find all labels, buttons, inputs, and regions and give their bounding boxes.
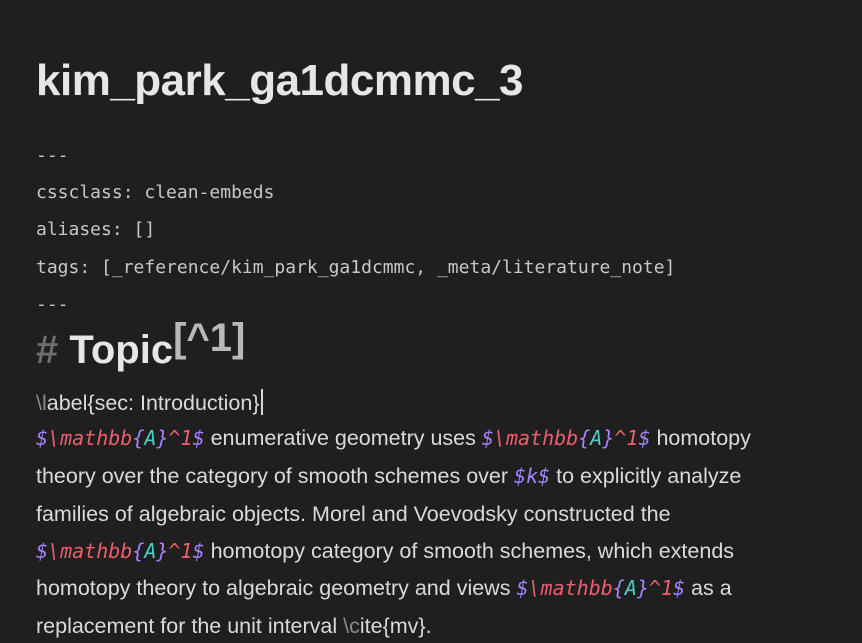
math-token: k bbox=[526, 464, 539, 488]
section-heading[interactable]: # Topic[^1] bbox=[36, 316, 245, 373]
math-token: A bbox=[624, 576, 637, 600]
math-token: \mathbb bbox=[528, 576, 613, 600]
frontmatter-aliases[interactable]: aliases: [] bbox=[36, 219, 155, 240]
math-token: { bbox=[578, 426, 591, 450]
math-token: A bbox=[590, 426, 603, 450]
math-inline-k: $k$ bbox=[514, 464, 550, 488]
math-token: { bbox=[612, 576, 625, 600]
math-token: $ bbox=[538, 464, 551, 488]
math-token: $ bbox=[638, 426, 651, 450]
label-text: abel{sec: Introduction} bbox=[46, 391, 260, 415]
cite-c: c bbox=[349, 614, 360, 638]
math-token: A bbox=[144, 539, 157, 563]
math-token: A bbox=[144, 426, 157, 450]
paragraph-line-6[interactable]: replacement for the unit interval \cite{… bbox=[36, 614, 432, 639]
text-cursor bbox=[260, 389, 263, 415]
note-title[interactable]: kim_park_ga1dcmmc_3 bbox=[36, 56, 524, 106]
frontmatter-open-delimiter[interactable]: --- bbox=[36, 145, 69, 166]
math-token: } bbox=[156, 539, 169, 563]
math-token: $ bbox=[36, 539, 49, 563]
math-token: ^1 bbox=[648, 576, 674, 600]
math-inline: $\mathbb{A}^1$ bbox=[482, 426, 651, 450]
math-token: ^1 bbox=[168, 539, 193, 563]
math-token: \mathbb bbox=[48, 426, 133, 450]
math-token: { bbox=[132, 426, 145, 450]
heading-text: Topic bbox=[69, 328, 174, 372]
math-token: } bbox=[602, 426, 615, 450]
math-token: ^1 bbox=[614, 426, 639, 450]
frontmatter-tags[interactable]: tags: [_reference/kim_park_ga1dcmmc, _me… bbox=[36, 257, 675, 278]
math-token: { bbox=[132, 539, 145, 563]
math-token: ^1 bbox=[168, 426, 193, 450]
paragraph-line-1[interactable]: $\mathbb{A}^1$ enumerative geometry uses… bbox=[36, 426, 751, 451]
math-token: $ bbox=[673, 576, 686, 600]
math-token: $ bbox=[192, 539, 205, 563]
heading-hash-marker: # bbox=[36, 328, 59, 372]
math-token: $ bbox=[516, 576, 529, 600]
frontmatter-cssclass[interactable]: cssclass: clean-embeds bbox=[36, 182, 274, 203]
paragraph-line-5[interactable]: homotopy theory to algebraic geometry an… bbox=[36, 576, 732, 601]
math-inline: $\mathbb{A}^1$ bbox=[36, 539, 205, 563]
math-token: $ bbox=[481, 426, 494, 450]
paragraph-line-3[interactable]: families of algebraic objects. Morel and… bbox=[36, 502, 671, 527]
math-token: $ bbox=[514, 464, 527, 488]
heading-footnote[interactable]: [^1] bbox=[173, 316, 245, 360]
frontmatter-close-delimiter[interactable]: --- bbox=[36, 294, 69, 315]
label-line[interactable]: \label{sec: Introduction} bbox=[36, 389, 263, 416]
editor-pane[interactable]: kim_park_ga1dcmmc_3 --- cssclass: clean-… bbox=[0, 0, 862, 643]
math-inline: $\mathbb{A}^1$ bbox=[516, 576, 685, 600]
math-token: } bbox=[636, 576, 649, 600]
math-token: \mathbb bbox=[493, 426, 579, 450]
math-token: $ bbox=[36, 426, 49, 450]
math-token: \mathbb bbox=[48, 539, 133, 563]
math-inline: $\mathbb{A}^1$ bbox=[36, 426, 205, 450]
math-token: } bbox=[156, 426, 169, 450]
paragraph-line-4[interactable]: $\mathbb{A}^1$ homotopy category of smoo… bbox=[36, 539, 734, 564]
math-token: $ bbox=[192, 426, 205, 450]
cite-text: ite{mv}. bbox=[359, 614, 432, 638]
paragraph-line-2[interactable]: theory over the category of smooth schem… bbox=[36, 464, 741, 489]
